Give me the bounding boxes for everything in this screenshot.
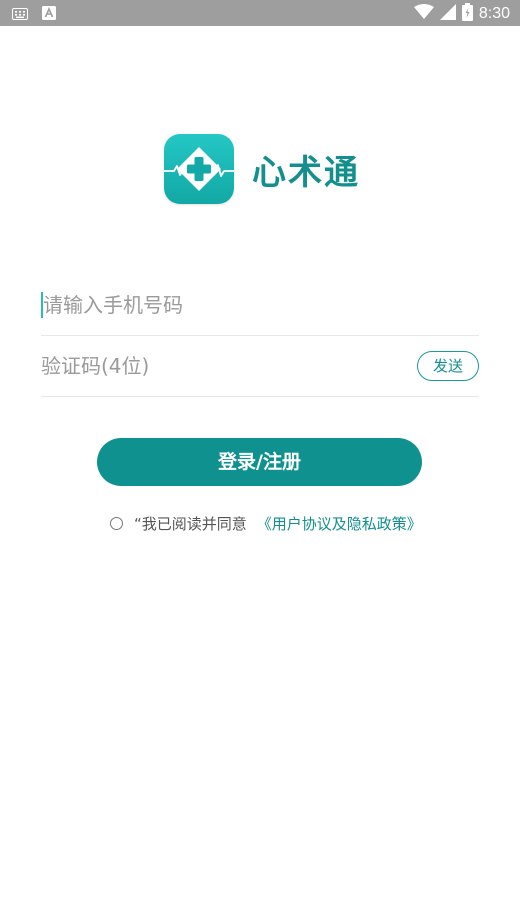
status-bar: 8:30 (0, 0, 520, 26)
login-register-button[interactable]: 登录/注册 (97, 438, 422, 486)
a-notification-icon (42, 5, 56, 24)
agreement-radio[interactable] (110, 517, 123, 530)
keyboard-icon (12, 5, 28, 24)
phone-input[interactable] (43, 293, 383, 317)
wifi-icon (413, 4, 434, 24)
signal-icon (439, 4, 456, 24)
medical-cross-heartbeat-icon (164, 134, 234, 204)
send-code-button[interactable]: 发送 (417, 351, 479, 381)
code-field: 发送 (41, 336, 479, 397)
phone-field (41, 275, 479, 336)
app-logo: 心术通 (164, 134, 360, 204)
status-right-icons: 8:30 (413, 3, 510, 25)
agreement-text: “我已阅读并同意 (134, 515, 247, 533)
status-time: 8:30 (478, 5, 510, 22)
app-name: 心术通 (252, 152, 360, 193)
verification-code-input[interactable] (41, 354, 381, 378)
policy-link[interactable]: 《用户协议及隐私政策》 (257, 513, 422, 534)
status-left-icons (12, 5, 56, 24)
agreement-row: “我已阅读并同意 《用户协议及隐私政策》 (110, 513, 422, 534)
battery-icon (461, 3, 473, 25)
